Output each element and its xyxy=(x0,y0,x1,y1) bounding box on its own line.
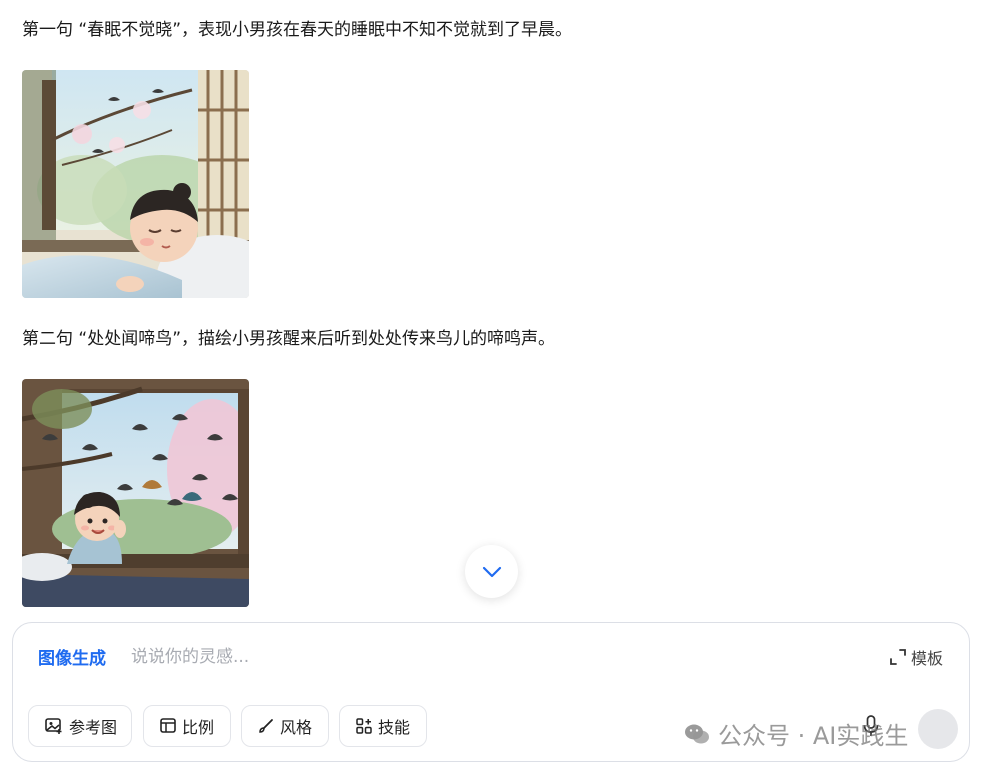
ratio-button[interactable]: 比例 xyxy=(143,705,231,747)
mode-label-image-generation[interactable]: 图像生成 xyxy=(38,644,106,669)
template-label: 模板 xyxy=(910,649,943,668)
message-line-1: 第一句 “春眠不觉晓”，表现小男孩在春天的睡眠中不知不觉就到了早晨。 xyxy=(22,20,573,40)
message-line-2: 第二句 “处处闻啼鸟”，描绘小男孩醒来后听到处处传来鸟儿的啼鸣声。 xyxy=(22,329,556,349)
style-button[interactable]: 风格 xyxy=(241,705,329,747)
style-label: 风格 xyxy=(280,718,313,737)
skill-button[interactable]: 技能 xyxy=(339,705,427,747)
reference-image-label: 参考图 xyxy=(69,718,118,737)
apps-grid-icon xyxy=(356,718,372,734)
wechat-icon xyxy=(685,724,709,743)
template-button[interactable]: 模板 xyxy=(889,645,943,669)
expand-icon xyxy=(890,649,906,665)
image-add-icon xyxy=(45,718,62,734)
skill-label: 技能 xyxy=(378,718,411,737)
generated-image-sleeping-boy[interactable] xyxy=(22,70,249,298)
generated-image-birds-singing[interactable] xyxy=(22,379,249,607)
watermark: 公众号 · AI实践生 xyxy=(684,716,908,751)
aspect-ratio-icon xyxy=(160,718,176,733)
reference-image-button[interactable]: 参考图 xyxy=(28,705,132,747)
prompt-input[interactable] xyxy=(129,642,753,672)
ratio-label: 比例 xyxy=(182,718,215,737)
watermark-text: 公众号 · AI实践生 xyxy=(718,722,909,750)
brush-icon xyxy=(259,719,273,733)
send-button[interactable] xyxy=(918,709,958,749)
chevron-down-icon xyxy=(482,566,501,577)
scroll-to-bottom-button[interactable] xyxy=(465,545,518,598)
birds-illustration xyxy=(22,379,249,607)
sleeping-boy-illustration xyxy=(22,70,249,298)
